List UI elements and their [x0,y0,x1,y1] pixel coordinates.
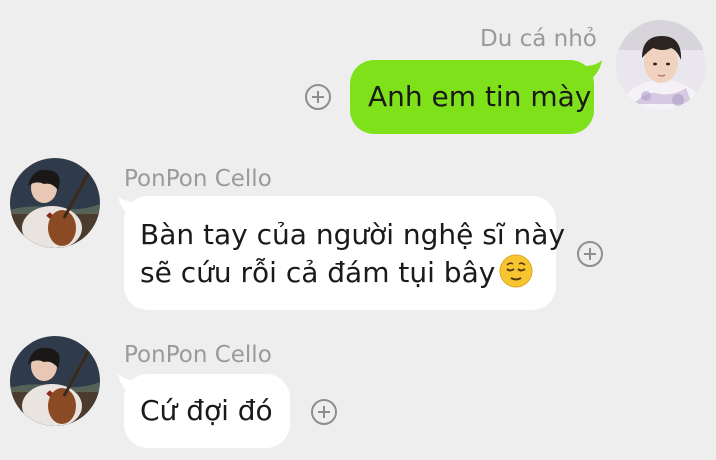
sender-name: Du cá nhỏ [480,26,597,52]
avatar-ponpon-cello [10,336,100,426]
message-text-line: sẽ cứu rỗi cả đám tụi bây [140,256,496,289]
avatar[interactable] [10,336,100,426]
add-reaction-icon[interactable] [577,241,603,267]
avatar[interactable] [10,158,100,248]
avatar-du-ca-nho [616,20,706,110]
add-reaction-icon[interactable] [311,399,337,425]
avatar-ponpon-cello [10,158,100,248]
avatar[interactable] [616,20,706,110]
bubble-tail [584,60,602,80]
add-reaction-icon[interactable] [305,84,331,110]
message-text-line: Bàn tay của người nghệ sĩ này [140,218,566,251]
relieved-face-emoji [499,254,533,288]
message-bubble[interactable]: Cứ đợi đó [124,374,290,448]
sender-name: PonPon Cello [124,342,272,368]
sender-name: PonPon Cello [124,166,272,192]
message-text: Anh em tin mày [368,80,592,113]
message-text: Cứ đợi đó [140,394,273,427]
message-bubble[interactable]: Anh em tin mày [350,60,594,134]
message-bubble[interactable]: Bàn tay của người nghệ sĩ này sẽ cứu rỗi… [124,196,566,310]
